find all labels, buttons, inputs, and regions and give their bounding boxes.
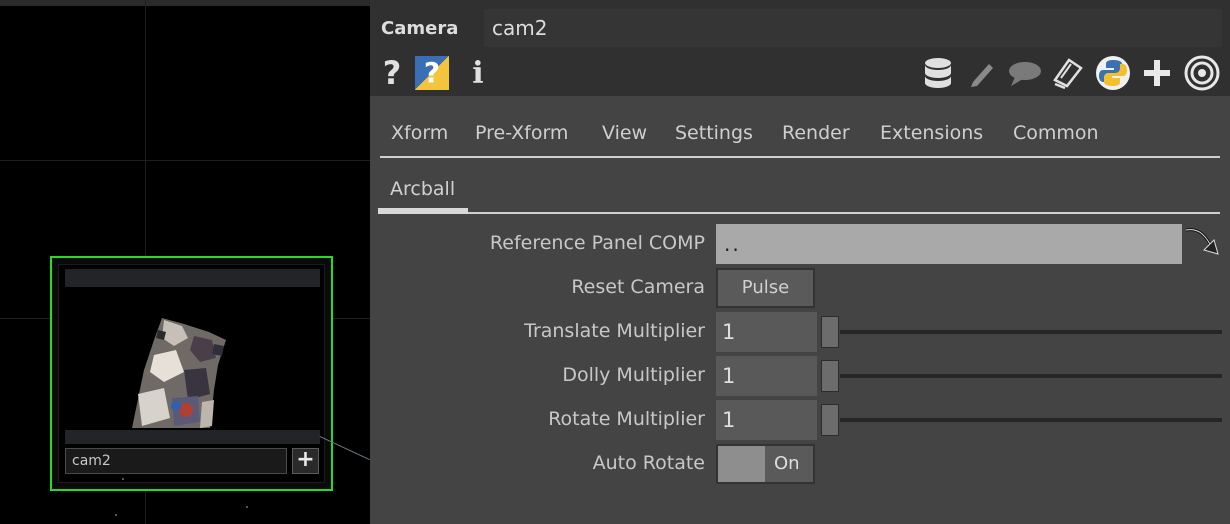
tab-arcball[interactable]: Arcball	[390, 178, 455, 200]
operator-name-field[interactable]: cam2	[484, 9, 1222, 47]
tab-extensions[interactable]: Extensions	[880, 122, 983, 144]
active-tab-indicator	[378, 208, 468, 214]
camera-node[interactable]: cam2 +	[50, 256, 333, 491]
tab-settings[interactable]: Settings	[675, 122, 753, 144]
translate-multiplier-slider-handle[interactable]	[821, 316, 839, 348]
panel-toolbar: ? ? i	[370, 50, 1230, 96]
network-top-border	[0, 0, 370, 6]
reset-camera-label: Reset Camera	[571, 276, 705, 298]
help-glyph: ?	[382, 54, 402, 92]
help-icon[interactable]: ?	[378, 54, 406, 92]
info-glyph: i	[472, 55, 484, 91]
rotate-multiplier-slider-handle[interactable]	[821, 404, 839, 436]
reference-panel-field[interactable]: ..	[716, 224, 1182, 264]
node-add-icon[interactable]: +	[292, 448, 319, 474]
grid-dot	[246, 506, 248, 508]
tab-pre-xform[interactable]: Pre-Xform	[475, 122, 568, 144]
rotate-multiplier-label: Rotate Multiplier	[548, 408, 705, 430]
grid-line	[0, 160, 370, 161]
comment-icon[interactable]	[1006, 54, 1044, 92]
panel-header: Camera cam2	[370, 0, 1230, 50]
add-icon[interactable]	[1140, 54, 1174, 92]
edit-icon[interactable]	[966, 54, 998, 92]
auto-rotate-label: Auto Rotate	[592, 452, 705, 474]
dolly-multiplier-field[interactable]: 1	[716, 356, 817, 396]
parameter-panel: Camera cam2 ? ? i Xform Pre-Xform View S…	[370, 0, 1230, 524]
rotate-multiplier-field[interactable]: 1	[716, 400, 817, 440]
network-editor[interactable]: cam2 +	[0, 0, 370, 524]
node-bottom-bar	[65, 430, 320, 444]
tab-view[interactable]: View	[602, 122, 647, 144]
tab-common[interactable]: Common	[1013, 122, 1099, 144]
translate-multiplier-slider[interactable]	[840, 330, 1222, 334]
dolly-multiplier-label: Dolly Multiplier	[562, 364, 705, 386]
node-preview-image	[132, 318, 226, 428]
auto-rotate-toggle[interactable]: On	[716, 444, 815, 484]
page-tabs: Xform Pre-Xform View Settings Render Ext…	[380, 118, 1220, 158]
operator-type-label: Camera	[381, 18, 459, 39]
translate-multiplier-label: Translate Multiplier	[524, 320, 705, 342]
clone-icon[interactable]	[1050, 54, 1086, 92]
drag-arrow-icon[interactable]	[1182, 224, 1226, 260]
grid-dot	[122, 478, 124, 480]
translate-multiplier-field[interactable]: 1	[716, 312, 817, 352]
database-icon[interactable]	[920, 54, 956, 92]
dolly-multiplier-slider[interactable]	[840, 374, 1222, 378]
dolly-multiplier-slider-handle[interactable]	[821, 360, 839, 392]
reset-camera-pulse-button[interactable]: Pulse	[716, 268, 815, 308]
toggle-knob	[718, 446, 765, 482]
node-viewer: cam2 +	[58, 264, 325, 483]
python-icon[interactable]	[1094, 54, 1132, 92]
python-help-icon[interactable]: ?	[414, 54, 450, 92]
node-name-field[interactable]: cam2	[65, 448, 287, 474]
rotate-multiplier-slider[interactable]	[840, 418, 1222, 422]
auto-rotate-value: On	[774, 453, 800, 474]
node-top-bar	[65, 269, 320, 287]
info-icon[interactable]: i	[466, 54, 490, 92]
python-help-glyph: ?	[415, 56, 449, 90]
target-icon[interactable]	[1182, 54, 1222, 92]
tab-render[interactable]: Render	[782, 122, 850, 144]
tab-xform[interactable]: Xform	[391, 122, 448, 144]
grid-dot	[115, 514, 117, 516]
sub-tabs: Arcball	[378, 170, 1220, 214]
reference-panel-label: Reference Panel COMP	[489, 232, 705, 254]
